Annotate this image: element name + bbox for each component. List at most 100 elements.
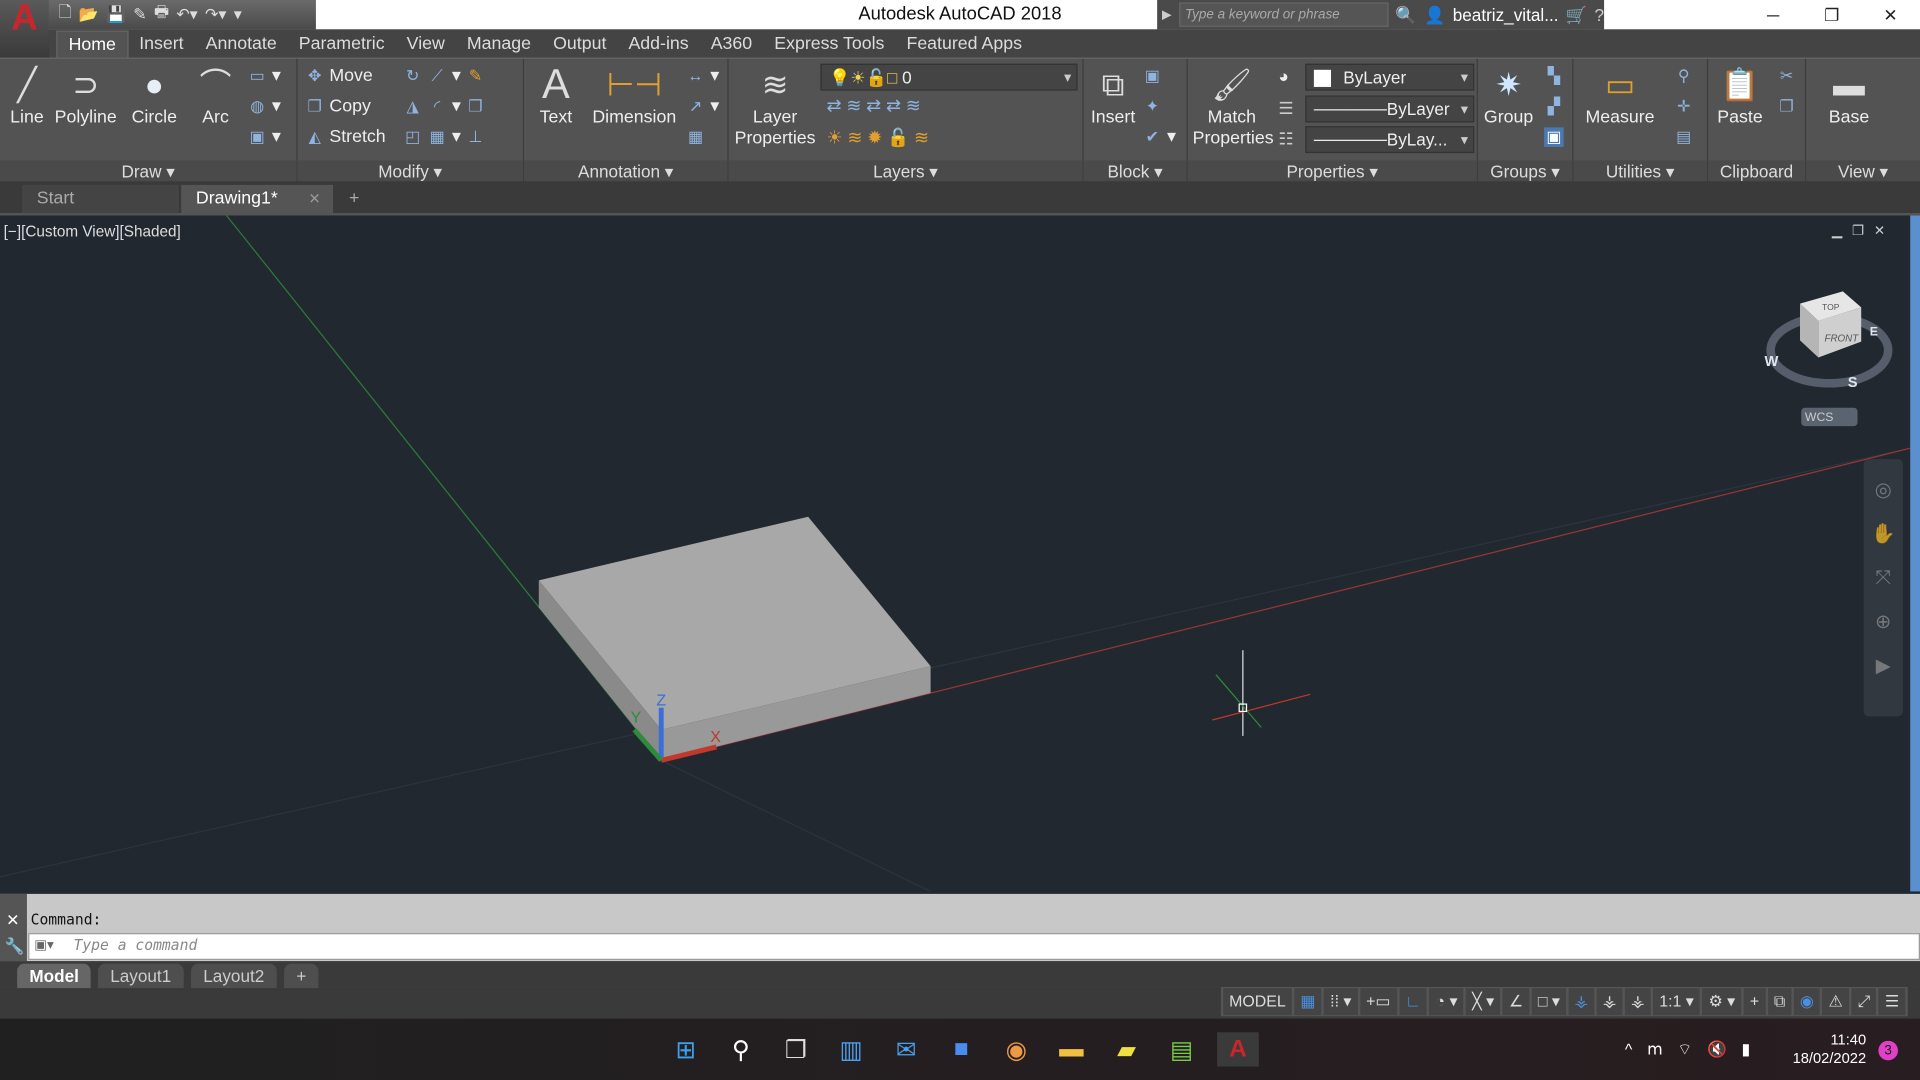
boundary-button[interactable]: ▣ ▾ xyxy=(247,127,281,147)
lineweight-dropdown[interactable]: ──────ByLayer xyxy=(1305,95,1475,123)
file-explorer-icon[interactable]: ▬ xyxy=(1054,1032,1088,1066)
paste-button[interactable]: 📋 Paste xyxy=(1713,64,1767,129)
tab-home[interactable]: Home xyxy=(56,30,129,58)
tab-featured-apps[interactable]: Featured Apps xyxy=(895,31,1033,58)
insert-button[interactable]: ⧉ Insert xyxy=(1086,64,1140,129)
text-button[interactable]: A Text xyxy=(534,63,578,129)
view-panel-label[interactable]: View ▾ xyxy=(1806,160,1920,183)
edit-block-button[interactable]: ✦ xyxy=(1142,97,1162,117)
layer-dropdown[interactable]: 💡☀🔓□ 0 xyxy=(820,63,1078,91)
vp-close-icon[interactable]: ✕ xyxy=(1874,223,1885,239)
close-tab-icon[interactable]: ✕ xyxy=(308,185,320,213)
properties-panel-label[interactable]: Properties ▾ xyxy=(1187,160,1477,183)
application-menu-button[interactable]: A xyxy=(0,0,49,58)
tab-express-tools[interactable]: Express Tools xyxy=(763,31,895,58)
groups-panel-label[interactable]: Groups ▾ xyxy=(1477,160,1573,183)
tab-parametric[interactable]: Parametric xyxy=(288,31,396,58)
search-input[interactable]: Type a keyword or phrase xyxy=(1178,2,1388,27)
customize-wrench-icon[interactable]: 🔧 xyxy=(5,937,25,957)
move-button[interactable]: ✥ Move xyxy=(305,66,373,86)
base-button[interactable]: ▬ Base xyxy=(1818,64,1879,129)
customize-icon[interactable]: ▾ xyxy=(234,5,242,25)
viewcube-front[interactable]: FRONT xyxy=(1824,334,1859,345)
annotation-visibility-icon[interactable]: ⚶ xyxy=(1568,988,1595,1016)
polyline-button[interactable]: ⊃ Polyline xyxy=(54,64,118,129)
open-icon[interactable]: 📂 xyxy=(79,5,99,25)
compass-s[interactable]: S xyxy=(1848,375,1858,391)
point-icon[interactable]: ✛ xyxy=(1674,97,1694,117)
block-panel-label[interactable]: Block ▾ xyxy=(1083,160,1187,183)
snap-icon[interactable]: ⁞⁞ ▾ xyxy=(1324,988,1358,1016)
viewcube[interactable]: TOP FRONT W S E WCS xyxy=(1764,291,1893,427)
notepad-plus-icon[interactable]: ▤ xyxy=(1164,1032,1198,1066)
sticky-notes-icon[interactable]: ▰ xyxy=(1109,1032,1143,1066)
compass-e[interactable]: E xyxy=(1870,325,1878,339)
layer-tools-row2[interactable]: ☀ ≋ ✹ 🔓 ≋ xyxy=(827,127,929,149)
polar-icon[interactable]: ◔ ▾ xyxy=(1429,988,1464,1016)
orbit-icon[interactable]: ⊕ xyxy=(1864,601,1903,645)
mirror-button[interactable]: ◮ ◜ ▾ ❒ xyxy=(403,97,485,117)
tab-insert[interactable]: Insert xyxy=(128,31,194,58)
scale-button[interactable]: ◰ ▦ ▾ ⊥ xyxy=(403,127,485,147)
binoculars-icon[interactable]: 🔍 xyxy=(1395,4,1416,25)
annotation-monitor-icon[interactable]: + xyxy=(1743,988,1766,1016)
clock[interactable]: 11:40 18/02/2022 xyxy=(1793,1031,1867,1068)
grid-icon[interactable]: ▦ xyxy=(1294,988,1322,1016)
autocad-taskbar-icon[interactable]: A xyxy=(1217,1032,1259,1067)
start-icon[interactable]: ⊞ xyxy=(669,1032,703,1066)
tab-a360[interactable]: A360 xyxy=(700,31,764,58)
customization-menu-icon[interactable]: ☰ xyxy=(1878,988,1906,1016)
user-name[interactable]: beatriz_vital... xyxy=(1453,5,1559,25)
tray-chevron-icon[interactable]: ^ xyxy=(1625,1040,1632,1060)
line-button[interactable]: ╱ Line xyxy=(5,64,49,129)
viewport-controls-label[interactable]: [−][Custom View][Shaded] xyxy=(4,223,181,240)
steering-wheel-icon[interactable]: ◎ xyxy=(1864,469,1903,513)
object-snap-icon[interactable]: □ ▾ xyxy=(1531,988,1566,1016)
match-properties-button[interactable]: 🖌 Match Properties xyxy=(1193,64,1274,150)
expand-arrow-icon[interactable]: ▶ xyxy=(1162,8,1171,21)
quick-select-icon[interactable]: ⚲ xyxy=(1674,66,1694,86)
pan-icon[interactable]: ✋ xyxy=(1864,513,1903,557)
cut-icon[interactable]: ✂ xyxy=(1777,66,1797,86)
zoom-app-icon[interactable]: ■ xyxy=(944,1032,978,1066)
tab-view[interactable]: View xyxy=(396,31,456,58)
viewcube-top[interactable]: TOP xyxy=(1822,302,1840,312)
showmotion-icon[interactable]: ▶ xyxy=(1864,645,1903,689)
annotation-scale-icon[interactable]: ⚶ xyxy=(1624,988,1651,1016)
group-selection-icon[interactable]: ▣ xyxy=(1544,127,1564,147)
modify-panel-label[interactable]: Modify ▾ xyxy=(297,160,523,183)
redo-icon[interactable]: ↷▾ xyxy=(205,5,226,25)
linetype-dropdown[interactable]: ──────ByLay... xyxy=(1305,126,1475,154)
object-snap-tracking-icon[interactable]: ∠ xyxy=(1502,988,1530,1016)
leader-button[interactable]: ↗ ▾ xyxy=(686,97,719,117)
auto-scale-icon[interactable]: ⚶ xyxy=(1596,988,1623,1016)
restore-icon[interactable]: ❐ xyxy=(1802,0,1861,29)
save-icon[interactable]: 💾 xyxy=(106,5,126,25)
notification-badge[interactable]: 3 xyxy=(1878,1040,1898,1061)
utilities-panel-label[interactable]: Utilities ▾ xyxy=(1573,160,1707,183)
dynamic-input-icon[interactable]: +▭ xyxy=(1359,988,1397,1016)
chrome-icon[interactable]: ◉ xyxy=(999,1032,1033,1066)
vp-minimize-icon[interactable]: ▁ xyxy=(1832,223,1842,239)
tab-output[interactable]: Output xyxy=(542,31,617,58)
task-view-icon[interactable]: ❐ xyxy=(779,1032,813,1066)
draw-panel-label[interactable]: Draw ▾ xyxy=(0,160,297,183)
navigation-bar[interactable]: ◎ ✋ ⤧ ⊕ ▶ xyxy=(1863,459,1903,717)
group-edit-icon[interactable]: ▞ xyxy=(1544,97,1564,117)
close-icon[interactable]: ✕ xyxy=(1861,0,1920,29)
tab-model[interactable]: Model xyxy=(17,963,92,989)
attribute-button[interactable]: ✔ ▾ xyxy=(1142,127,1176,147)
arc-button[interactable]: ⌒ Arc xyxy=(193,64,237,129)
annotation-scale-dropdown[interactable]: 1:1 ▾ xyxy=(1653,988,1700,1016)
compass-w[interactable]: W xyxy=(1764,354,1778,370)
new-layout-button[interactable]: + xyxy=(284,963,319,989)
drawing-viewport[interactable]: Z X Y TOP FRONT W S E WCS xyxy=(0,215,1911,892)
cart-icon[interactable]: 🛒 xyxy=(1566,4,1587,25)
linear-dim-button[interactable]: ↔ ▾ xyxy=(686,66,720,86)
help-icon[interactable]: ? xyxy=(1595,5,1605,25)
hardware-acceleration-icon[interactable]: ⚠ xyxy=(1822,988,1849,1016)
saveas-icon[interactable]: ✎ xyxy=(133,5,146,25)
mail-icon[interactable]: ✉ xyxy=(889,1032,923,1066)
command-input[interactable]: ▣▾ Type a command xyxy=(28,933,1920,961)
stretch-button[interactable]: ◭ Stretch xyxy=(305,127,386,147)
